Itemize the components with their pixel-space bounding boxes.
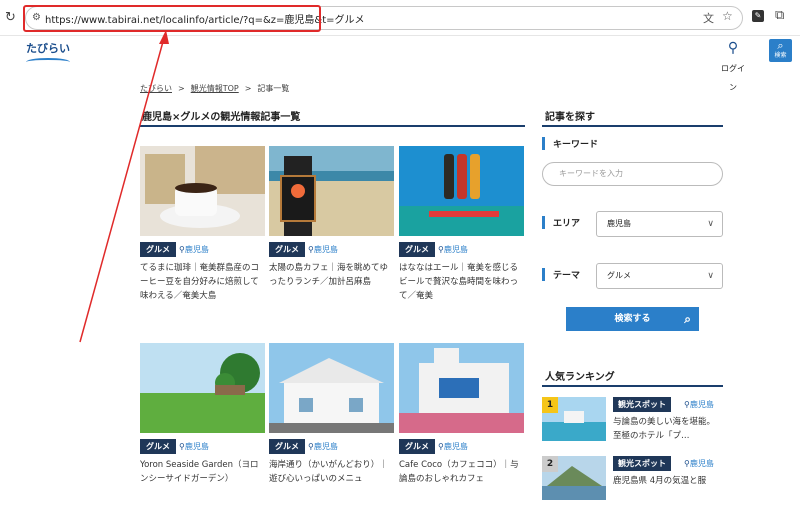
location-label[interactable]: ⚲鹿児島	[308, 441, 338, 452]
category-tag[interactable]: グルメ	[269, 242, 305, 257]
search-icon: ⌕	[777, 39, 784, 52]
location-label[interactable]: ⚲鹿児島	[684, 458, 714, 469]
translate-icon[interactable]: 文	[703, 10, 714, 26]
article-card[interactable]: グルメ ⚲鹿児島 はななはエール｜奄美を感じるビールで贅沢な島時間を味わって／奄美	[399, 146, 524, 303]
bookmark-star-icon[interactable]: ☆	[722, 9, 733, 23]
article-card[interactable]: グルメ ⚲鹿児島 てるまに珈琲｜奄美群島産のコーヒー豆を自分好みに焙煎して味わえる…	[140, 146, 265, 303]
location-label[interactable]: ⚲鹿児島	[179, 244, 209, 255]
article-card[interactable]: グルメ ⚲鹿児島 Cafe Coco（カフェココ）｜与論島のおしゃれカフェ	[399, 343, 524, 486]
area-select[interactable]: 鹿児島 ∨	[596, 211, 723, 237]
card-image-cafe-sign[interactable]	[269, 146, 394, 236]
location-label[interactable]: ⚲鹿児島	[438, 244, 468, 255]
category-tag[interactable]: グルメ	[140, 439, 176, 454]
breadcrumb: たびらい > 観光情報TOP > 記事一覧	[140, 84, 290, 93]
extensions-puzzle-icon[interactable]: ⧉	[775, 8, 784, 23]
card-title[interactable]: 太陽の島カフェ｜海を眺めてゆったりランチ／加計呂麻島	[269, 261, 394, 289]
search-submit-button[interactable]: 検索する ⌕	[566, 307, 699, 331]
location-label[interactable]: ⚲鹿児島	[179, 441, 209, 452]
category-tag[interactable]: グルメ	[399, 439, 435, 454]
ranking-item[interactable]: 1 観光スポット ⚲鹿児島 与論島の美しい海を堪能。至極のホテル「プ…	[542, 397, 723, 447]
location-label[interactable]: ⚲鹿児島	[308, 244, 338, 255]
reload-icon[interactable]: ↻	[5, 10, 16, 25]
site-logo[interactable]: たびらい	[26, 40, 70, 68]
card-image-garden[interactable]	[140, 343, 265, 433]
theme-label: テーマ	[542, 268, 580, 281]
article-card[interactable]: グルメ ⚲鹿児島 海岸通り（かいがんどおり）｜遊び心いっぱいのメニュ	[269, 343, 394, 486]
page-title: 鹿児島×グルメの観光情報記事一覧	[140, 107, 525, 127]
location-label[interactable]: ⚲鹿児島	[438, 441, 468, 452]
card-image-cafe-coco[interactable]	[399, 343, 524, 433]
keyword-label: キーワード	[542, 137, 598, 150]
card-image-beer[interactable]	[399, 146, 524, 236]
category-tag[interactable]: グルメ	[269, 439, 305, 454]
ranking-title[interactable]: 鹿児島県 4月の気温と服	[613, 474, 723, 488]
ranking-title[interactable]: 与論島の美しい海を堪能。至極のホテル「プ…	[613, 415, 723, 443]
card-title[interactable]: Cafe Coco（カフェココ）｜与論島のおしゃれカフェ	[399, 458, 524, 486]
theme-select[interactable]: グルメ ∨	[596, 263, 723, 289]
category-tag[interactable]: 観光スポット	[613, 397, 671, 412]
ranking-item[interactable]: 2 観光スポット ⚲鹿児島 鹿児島県 4月の気温と服	[542, 456, 723, 506]
breadcrumb-top[interactable]: 観光情報TOP	[191, 84, 239, 93]
location-label[interactable]: ⚲鹿児島	[684, 399, 714, 410]
chevron-down-icon: ∨	[707, 219, 714, 229]
user-icon: ⚲	[727, 40, 739, 56]
ranking-heading: 人気ランキング	[542, 367, 723, 387]
card-title[interactable]: 海岸通り（かいがんどおり）｜遊び心いっぱいのメニュ	[269, 458, 394, 486]
breadcrumb-home[interactable]: たびらい	[140, 84, 172, 93]
sidebar-heading: 記事を探す	[542, 107, 723, 127]
article-card[interactable]: グルメ ⚲鹿児島 太陽の島カフェ｜海を眺めてゆったりランチ／加計呂麻島	[269, 146, 394, 289]
card-image-coffee[interactable]	[140, 146, 265, 236]
search-icon: ⌕	[684, 312, 691, 326]
keyword-input[interactable]: キーワードを入力	[542, 162, 723, 186]
card-title[interactable]: てるまに珈琲｜奄美群島産のコーヒー豆を自分好みに焙煎して味わえる／奄美大島	[140, 261, 265, 303]
browser-toolbar: ↻ ⚙ https://www.tabirai.net/localinfo/ar…	[0, 0, 800, 36]
url-highlight-box	[23, 5, 321, 32]
rank-badge: 1	[542, 397, 558, 413]
area-label: エリア	[542, 216, 580, 229]
card-title[interactable]: Yoron Seaside Garden（ヨロンシーサイドガーデン）	[140, 458, 265, 486]
login-button[interactable]: ⚲ ログイン	[718, 40, 748, 94]
extension-icon[interactable]: ✎	[752, 10, 764, 22]
category-tag[interactable]: グルメ	[140, 242, 176, 257]
article-card[interactable]: グルメ ⚲鹿児島 Yoron Seaside Garden（ヨロンシーサイドガーデ…	[140, 343, 265, 486]
category-tag[interactable]: グルメ	[399, 242, 435, 257]
chevron-down-icon: ∨	[707, 271, 714, 281]
header-search-button[interactable]: ⌕ 検索	[769, 39, 792, 62]
rank-badge: 2	[542, 456, 558, 472]
card-title[interactable]: はななはエール｜奄美を感じるビールで贅沢な島時間を味わって／奄美	[399, 261, 524, 303]
breadcrumb-current: 記事一覧	[257, 84, 290, 93]
card-image-house[interactable]	[269, 343, 394, 433]
category-tag[interactable]: 観光スポット	[613, 456, 671, 471]
logo-wave-icon	[26, 58, 70, 66]
